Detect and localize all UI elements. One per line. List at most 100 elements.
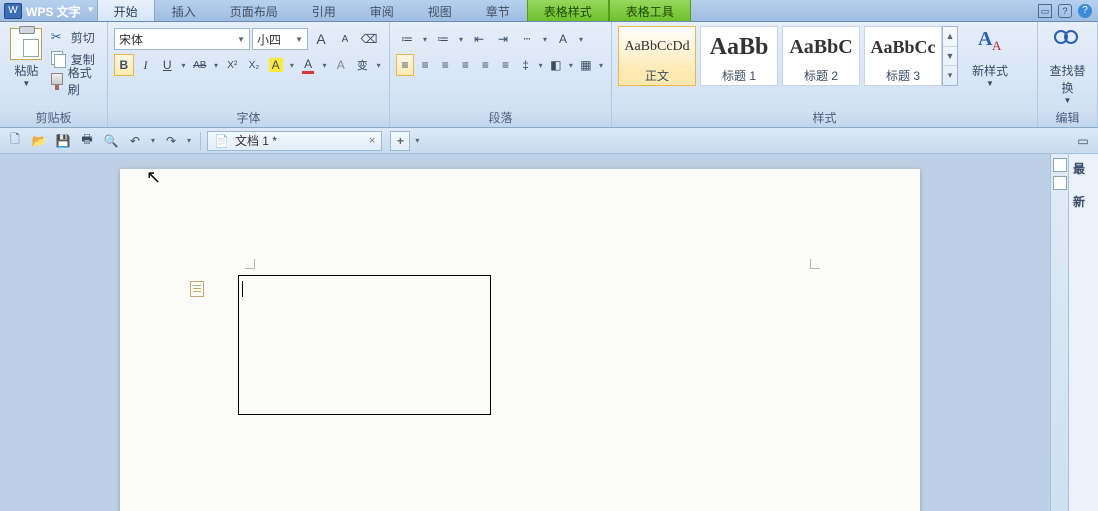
- numbering-button[interactable]: ≔: [432, 28, 454, 50]
- quick-access-toolbar: 🗋 📂 💾 🖶 🔍 ↶▾ ↷▾ 📄 文档 1 * × +▾ ▭: [0, 128, 1098, 154]
- settings-icon[interactable]: ?: [1058, 4, 1072, 18]
- style-item-0[interactable]: AaBbCcDd正文: [618, 26, 696, 86]
- shrink-font-button[interactable]: A: [334, 28, 356, 50]
- vertical-toolbar: [1050, 154, 1068, 511]
- tab-table-tools[interactable]: 表格工具: [609, 0, 691, 21]
- table-rectangle[interactable]: [238, 275, 491, 415]
- char-shading-button[interactable]: A: [331, 54, 351, 76]
- task-pane: 最 新: [1068, 154, 1098, 511]
- superscript-button[interactable]: X²: [222, 54, 242, 76]
- document-tab[interactable]: 📄 文档 1 * ×: [207, 131, 382, 151]
- cut-button[interactable]: 剪切: [47, 26, 101, 48]
- align-justify-button[interactable]: ≡: [456, 54, 474, 76]
- shading-button[interactable]: ◧: [547, 54, 565, 76]
- align-left-button[interactable]: ≡: [396, 54, 414, 76]
- paste-icon: [10, 28, 42, 60]
- bullets-button[interactable]: ≔: [396, 28, 418, 50]
- group-styles: AaBbCcDd正文AaBb标题 1AaBbC标题 2AaBbCc标题 3 ▲ …: [612, 22, 1038, 127]
- task-pane-item-1[interactable]: 最: [1073, 160, 1094, 177]
- qat-redo-button[interactable]: ↷: [160, 130, 182, 152]
- char-effects-button[interactable]: 变: [353, 54, 373, 76]
- group-clipboard: 粘贴 ▼ 剪切 复制 格式刷 剪贴板: [0, 22, 108, 127]
- binoculars-icon: [1052, 28, 1084, 60]
- menu-bar: W WPS 文字 ▼ 开始 插入 页面布局 引用 审阅 视图 章节 表格样式 表…: [0, 0, 1098, 22]
- borders-button[interactable]: ▦: [577, 54, 595, 76]
- qat-new-button[interactable]: 🗋: [4, 130, 26, 152]
- margin-corner-tl: [245, 259, 255, 269]
- tab-page-layout[interactable]: 页面布局: [213, 0, 295, 21]
- gallery-down-icon[interactable]: ▼: [943, 47, 957, 67]
- underline-button[interactable]: U: [157, 54, 177, 76]
- gallery-expand-icon[interactable]: ▾: [943, 66, 957, 85]
- paste-button[interactable]: 粘贴 ▼: [6, 26, 47, 88]
- style-item-2[interactable]: AaBbC标题 2: [782, 26, 860, 86]
- find-replace-button[interactable]: 查找替换 ▼: [1044, 26, 1091, 105]
- minimize-ribbon-icon[interactable]: ▭: [1038, 4, 1052, 18]
- align-center-button[interactable]: ≡: [416, 54, 434, 76]
- strikethrough-button[interactable]: AB: [190, 54, 210, 76]
- ribbon: 粘贴 ▼ 剪切 复制 格式刷 剪贴板 宋体▼ 小四▼ A A ⌫ B I U: [0, 22, 1098, 128]
- subscript-button[interactable]: X₂: [244, 54, 264, 76]
- group-paragraph: ≔▾ ≔▾ ⇤ ⇥ ⵈ▾ A▾ ≡ ≡ ≡ ≡ ≡ ≡ ‡▾ ◧▾ ▦▾ 段落: [390, 22, 612, 127]
- decrease-indent-button[interactable]: ⇤: [468, 28, 490, 50]
- qat-print-button[interactable]: 🖶: [76, 130, 98, 152]
- help-icon[interactable]: ?: [1078, 4, 1092, 18]
- page[interactable]: [120, 169, 920, 511]
- gutter-icon-2[interactable]: [1053, 176, 1067, 190]
- line-spacing-button[interactable]: ‡: [517, 54, 535, 76]
- text-cursor: [242, 281, 243, 297]
- tab-insert[interactable]: 插入: [155, 0, 213, 21]
- new-tab-button[interactable]: +: [390, 131, 410, 151]
- task-pane-item-2[interactable]: 新: [1073, 193, 1094, 210]
- style-item-3[interactable]: AaBbCc标题 3: [864, 26, 942, 86]
- window-options-icon[interactable]: ▭: [1072, 130, 1094, 152]
- group-label-font: 字体: [108, 109, 389, 127]
- paragraph-mark-icon: [190, 281, 204, 297]
- grow-font-button[interactable]: A: [310, 28, 332, 50]
- bold-button[interactable]: B: [114, 54, 134, 76]
- group-label-paragraph: 段落: [390, 109, 611, 127]
- font-size-combo[interactable]: 小四▼: [252, 28, 308, 50]
- text-direction-button[interactable]: A: [552, 28, 574, 50]
- style-item-1[interactable]: AaBb标题 1: [700, 26, 778, 86]
- format-painter-button[interactable]: 格式刷: [47, 70, 101, 92]
- align-dist-button[interactable]: ≡: [476, 54, 494, 76]
- tab-marks-button[interactable]: ⵈ: [516, 28, 538, 50]
- group-label-clipboard: 剪贴板: [0, 109, 107, 127]
- document-area[interactable]: ↖: [0, 154, 1050, 511]
- style-gallery: AaBbCcDd正文AaBb标题 1AaBbC标题 2AaBbCc标题 3: [618, 26, 942, 86]
- tab-start[interactable]: 开始: [97, 0, 155, 21]
- font-color-button[interactable]: A: [298, 54, 318, 76]
- tab-references[interactable]: 引用: [295, 0, 353, 21]
- qat-undo-button[interactable]: ↶: [124, 130, 146, 152]
- gutter-icon-1[interactable]: [1053, 158, 1067, 172]
- new-style-button[interactable]: 新样式 ▼: [966, 26, 1014, 88]
- brush-icon: [51, 73, 64, 89]
- margin-corner-tr: [810, 259, 820, 269]
- document-icon: 📄: [214, 134, 229, 148]
- align-right-button[interactable]: ≡: [436, 54, 454, 76]
- tab-review[interactable]: 审阅: [353, 0, 411, 21]
- qat-save-button[interactable]: 💾: [52, 130, 74, 152]
- tab-view[interactable]: 视图: [411, 0, 469, 21]
- clear-format-button[interactable]: ⌫: [358, 28, 380, 50]
- scissors-icon: [51, 29, 67, 45]
- qat-open-button[interactable]: 📂: [28, 130, 50, 152]
- new-style-icon: [974, 28, 1006, 60]
- increase-indent-button[interactable]: ⇥: [492, 28, 514, 50]
- font-family-combo[interactable]: 宋体▼: [114, 28, 250, 50]
- style-gallery-scroll[interactable]: ▲ ▼ ▾: [942, 26, 958, 86]
- gallery-up-icon[interactable]: ▲: [943, 27, 957, 47]
- tab-table-style[interactable]: 表格样式: [527, 0, 609, 21]
- italic-button[interactable]: I: [136, 54, 156, 76]
- qat-preview-button[interactable]: 🔍: [100, 130, 122, 152]
- tab-section[interactable]: 章节: [469, 0, 527, 21]
- workspace: ↖ 最 新: [0, 154, 1098, 511]
- close-tab-icon[interactable]: ×: [369, 135, 375, 147]
- group-font: 宋体▼ 小四▼ A A ⌫ B I U▾ AB▾ X² X₂ A▾ A▾ A 变…: [108, 22, 390, 127]
- app-badge[interactable]: W: [4, 3, 22, 19]
- app-menu-dropdown[interactable]: ▼: [87, 0, 97, 21]
- group-label-styles: 样式: [612, 109, 1037, 127]
- align-dist2-button[interactable]: ≡: [496, 54, 514, 76]
- highlight-button[interactable]: A: [266, 54, 286, 76]
